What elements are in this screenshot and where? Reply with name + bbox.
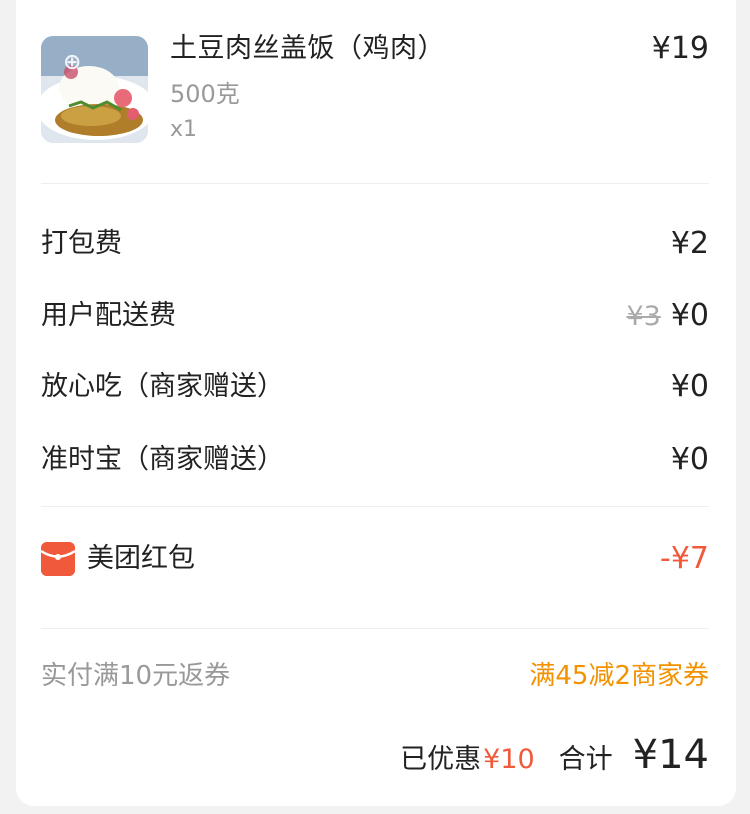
red-packet-label: 美团红包 <box>87 543 195 574</box>
food-thumbnail[interactable]: ⊕ <box>41 36 148 143</box>
fee-value: ¥0 <box>670 442 709 477</box>
fee-row-on-time[interactable]: 准时宝（商家赠送） ¥0 <box>41 440 709 480</box>
fee-row-delivery: 用户配送费 ¥3 ¥0 <box>41 296 709 336</box>
fee-value: ¥0 <box>670 298 709 333</box>
red-packet-icon <box>40 542 76 576</box>
item-price: ¥19 <box>651 31 709 66</box>
fee-original-price: ¥3 <box>626 301 661 332</box>
divider <box>41 628 709 629</box>
fee-value: ¥0 <box>670 369 709 404</box>
cashback-coupon-info: 实付满10元返券 <box>41 661 231 691</box>
item-name: 土豆肉丝盖饭（鸡肉） <box>170 33 445 64</box>
fee-label: 用户配送费 <box>41 300 176 331</box>
fee-label: 打包费 <box>41 228 122 259</box>
total-value: ¥14 <box>632 732 709 778</box>
fee-row-packaging: 打包费 ¥2 <box>41 224 709 264</box>
red-packet-value: -¥7 <box>660 541 709 576</box>
saved-label: 已优惠 <box>400 744 482 775</box>
divider <box>41 183 709 184</box>
fee-row-food-safety[interactable]: 放心吃（商家赠送） ¥0 <box>41 367 709 407</box>
merchant-coupon-link[interactable]: 满45减2商家券 <box>529 656 709 696</box>
fee-value-group: ¥3 ¥0 <box>626 296 709 337</box>
fee-value: ¥2 <box>670 226 709 261</box>
fee-label: 准时宝（商家赠送） <box>41 444 284 475</box>
food-image <box>41 36 148 143</box>
divider <box>41 506 709 507</box>
fee-label: 放心吃（商家赠送） <box>41 371 284 402</box>
watermark-icon: ⊕ <box>63 50 83 75</box>
order-total-row: 已优惠 ¥10 合计 ¥14 <box>400 732 709 782</box>
saved-value: ¥10 <box>483 744 535 775</box>
item-quantity: x1 <box>170 117 198 142</box>
total-label: 合计 <box>558 744 613 775</box>
red-packet-row[interactable]: 美团红包 -¥7 <box>40 539 709 579</box>
item-spec: 500克 <box>170 80 240 108</box>
